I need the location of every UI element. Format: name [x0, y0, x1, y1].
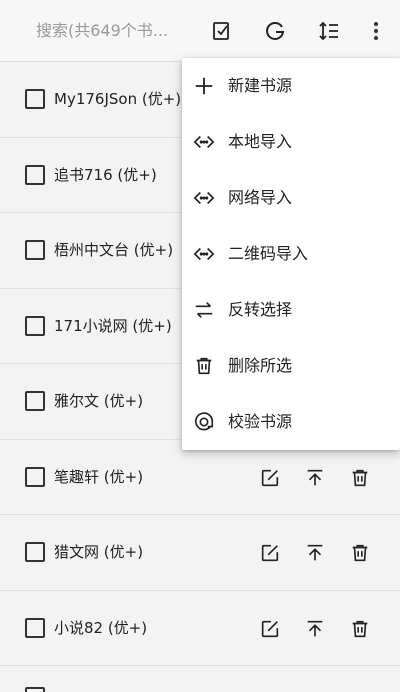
- list-item[interactable]: 小说82 (优+): [0, 590, 400, 666]
- more-vert-icon[interactable]: [362, 17, 390, 45]
- edit-icon[interactable]: [257, 465, 283, 491]
- trash-icon: [192, 354, 216, 378]
- source-label: 追书716 (优+): [54, 165, 157, 184]
- to-top-icon[interactable]: [302, 616, 328, 642]
- checkbox[interactable]: [25, 466, 45, 487]
- menu-item-label: 二维码导入: [228, 244, 309, 263]
- menu-item-label: 校验书源: [228, 412, 293, 431]
- trash-icon[interactable]: [347, 540, 373, 566]
- code-icon: [192, 130, 216, 154]
- checkbox[interactable]: [25, 89, 45, 109]
- menu-item-label: 删除所选: [228, 356, 293, 375]
- source-label: 小说82 (优+): [54, 618, 148, 637]
- list-item[interactable]: 笔趣轩 (优+): [0, 439, 400, 515]
- source-label: 雅尔文 (优+): [54, 392, 144, 410]
- list-item[interactable]: 猎文网 (优+): [0, 515, 400, 591]
- trash-icon[interactable]: [347, 465, 373, 491]
- edit-icon[interactable]: [257, 540, 283, 566]
- source-label: 猎文网 (优+): [54, 543, 144, 561]
- menu-item-invert-selection[interactable]: 反转选择: [182, 282, 400, 338]
- menu-item-qr-import[interactable]: 二维码导入: [182, 226, 400, 282]
- code-icon: [192, 242, 216, 266]
- source-label: 梧州中文台 (优+): [54, 241, 174, 259]
- list-item-partial: [0, 667, 400, 692]
- g-icon[interactable]: [261, 17, 289, 45]
- menu-item-label: 新建书源: [228, 76, 293, 95]
- checkbox[interactable]: [25, 617, 45, 638]
- checkbox[interactable]: [25, 240, 45, 260]
- add-icon: [192, 74, 216, 98]
- check-circle-icon: [192, 410, 216, 434]
- source-label: 笔趣轩 (优+): [54, 467, 144, 486]
- menu-item-network-import[interactable]: 网络导入: [182, 170, 400, 226]
- checkbox[interactable]: [25, 164, 45, 185]
- source-label: My176JSon (优+): [54, 90, 182, 108]
- sort-icon[interactable]: [315, 17, 343, 45]
- checkbox[interactable]: [25, 391, 45, 411]
- menu-item-label: 本地导入: [228, 132, 293, 151]
- to-top-icon[interactable]: [302, 540, 328, 566]
- to-top-icon[interactable]: [302, 465, 328, 491]
- trash-icon[interactable]: [347, 616, 373, 642]
- menu-item-label: 反转选择: [228, 300, 293, 319]
- edit-icon[interactable]: [257, 616, 283, 642]
- search-input[interactable]: 搜索(共649个书...: [36, 18, 186, 44]
- code-icon: [192, 186, 216, 210]
- menu-item-local-import[interactable]: 本地导入: [182, 114, 400, 170]
- menu-item-delete-selected[interactable]: 删除所选: [182, 338, 400, 394]
- menu-item-new-source[interactable]: 新建书源: [182, 58, 400, 114]
- swap-icon: [192, 298, 216, 322]
- checkbox[interactable]: [25, 542, 45, 562]
- select-edit-icon[interactable]: [208, 17, 236, 45]
- menu-item-verify-source[interactable]: 校验书源: [182, 394, 400, 450]
- source-label: 171小说网 (优+): [54, 316, 172, 335]
- top-toolbar: 搜索(共649个书...: [0, 0, 400, 62]
- checkbox[interactable]: [25, 315, 45, 336]
- overflow-menu: 新建书源 本地导入 网络导入 二维码导入 反转选择 删除所选 校验书源: [182, 58, 400, 450]
- menu-item-label: 网络导入: [228, 188, 293, 207]
- checkbox[interactable]: [25, 687, 45, 692]
